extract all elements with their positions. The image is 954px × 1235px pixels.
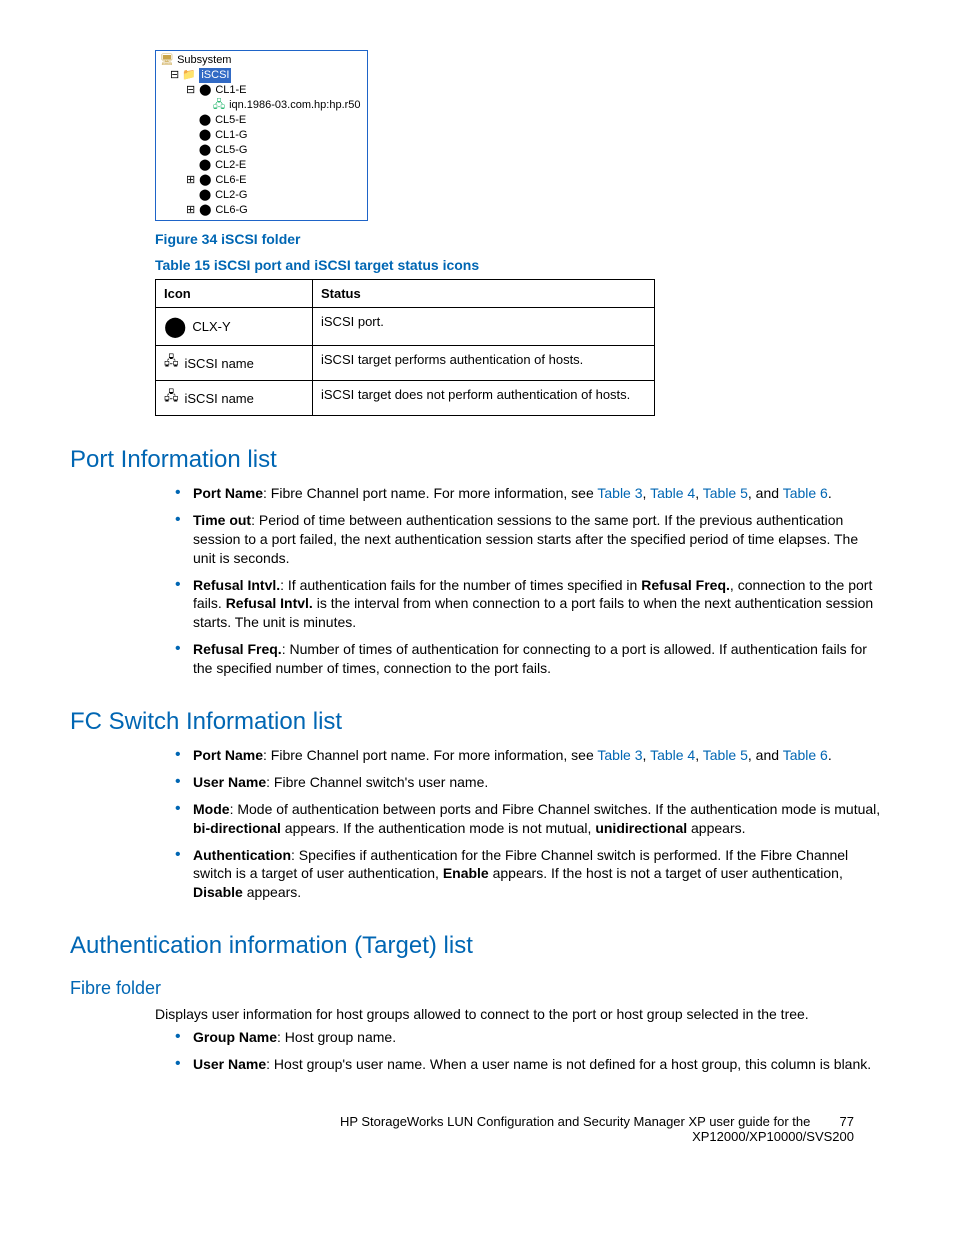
tree-view-screenshot: Subsystem ⊟ iSCSI ⊟ CL1-E iqn.1986-03.co… <box>155 50 368 221</box>
section-heading-fc-switch: FC Switch Information list <box>70 708 884 736</box>
list-item: Time out: Period of time between authent… <box>175 511 884 568</box>
tree-item: CL1-E <box>215 83 246 98</box>
item-label: Port Name <box>193 747 263 763</box>
document-page: Subsystem ⊟ iSCSI ⊟ CL1-E iqn.1986-03.co… <box>0 0 954 1184</box>
tree-root: Subsystem <box>177 53 231 68</box>
tree-item: CL5-G <box>215 143 247 158</box>
item-label: User Name <box>193 1056 266 1072</box>
icon-status-table: Icon Status ⬤ CLX-Y iSCSI port. 🖧 iSCSI … <box>155 279 655 416</box>
th-icon: Icon <box>156 280 313 308</box>
item-label: Time out <box>193 512 251 528</box>
item-label: Mode <box>193 801 230 817</box>
table-row: ⬤ CLX-Y iSCSI port. <box>156 308 655 346</box>
target-noauth-icon: 🖧 <box>164 387 179 409</box>
link-table4[interactable]: Table 4 <box>650 747 695 763</box>
tree-item: CL2-E <box>215 158 246 173</box>
item-label: User Name <box>193 774 266 790</box>
link-table3[interactable]: Table 3 <box>597 485 642 501</box>
status-cell: iSCSI port. <box>313 308 655 346</box>
status-cell: iSCSI target performs authentication of … <box>313 346 655 381</box>
list-item: Port Name: Fibre Channel port name. For … <box>175 746 884 765</box>
page-footer: HP StorageWorks LUN Configuration and Se… <box>70 1114 884 1144</box>
target-auth-icon: 🖧 <box>164 352 179 374</box>
link-table5[interactable]: Table 5 <box>703 485 748 501</box>
list-item: User Name: Host group's user name. When … <box>175 1055 884 1074</box>
figure-caption: Figure 34 iSCSI folder <box>155 231 884 247</box>
icon-label: iSCSI name <box>185 391 254 406</box>
list-item: User Name: Fibre Channel switch's user n… <box>175 773 884 792</box>
item-label: Port Name <box>193 485 263 501</box>
list-item: Mode: Mode of authentication between por… <box>175 800 884 838</box>
tree-item: CL5-E <box>215 113 246 128</box>
fc-switch-list: Port Name: Fibre Channel port name. For … <box>175 746 884 902</box>
port-info-list: Port Name: Fibre Channel port name. For … <box>175 484 884 678</box>
table-header-row: Icon Status <box>156 280 655 308</box>
subsection-heading-fibre-folder: Fibre folder <box>70 978 884 999</box>
link-table4[interactable]: Table 4 <box>650 485 695 501</box>
list-item: Refusal Intvl.: If authentication fails … <box>175 576 884 633</box>
icon-label: iSCSI name <box>185 356 254 371</box>
intro-text: Displays user information for host group… <box>155 1005 884 1024</box>
tree-item: CL6-G <box>215 203 247 218</box>
item-label: Authentication <box>193 847 291 863</box>
list-item: Authentication: Specifies if authenticat… <box>175 846 884 903</box>
icon-label: CLX-Y <box>192 319 230 334</box>
tree-item: CL1-G <box>215 128 247 143</box>
tree-item: iqn.1986-03.com.hp:hp.r50 <box>229 98 360 113</box>
list-item: Refusal Freq.: Number of times of authen… <box>175 640 884 678</box>
status-cell: iSCSI target does not perform authentica… <box>313 381 655 416</box>
item-label: Group Name <box>193 1029 277 1045</box>
link-table5[interactable]: Table 5 <box>703 747 748 763</box>
link-table6[interactable]: Table 6 <box>783 747 828 763</box>
link-table6[interactable]: Table 6 <box>783 485 828 501</box>
port-icon: ⬤ <box>164 314 186 339</box>
table-row: 🖧 iSCSI name iSCSI target does not perfo… <box>156 381 655 416</box>
list-item: Port Name: Fibre Channel port name. For … <box>175 484 884 503</box>
auth-target-list: Group Name: Host group name. User Name: … <box>175 1028 884 1074</box>
list-item: Group Name: Host group name. <box>175 1028 884 1047</box>
tree-item: CL6-E <box>215 173 246 188</box>
section-heading-port-info: Port Information list <box>70 446 884 474</box>
item-label: Refusal Intvl. <box>193 577 280 593</box>
footer-line2: XP12000/XP10000/SVS200 <box>692 1129 854 1144</box>
item-label: Refusal Freq. <box>193 641 282 657</box>
th-status: Status <box>313 280 655 308</box>
footer-line1: HP StorageWorks LUN Configuration and Se… <box>340 1114 810 1129</box>
section-heading-auth-target: Authentication information (Target) list <box>70 932 884 960</box>
table-row: 🖧 iSCSI name iSCSI target performs authe… <box>156 346 655 381</box>
link-table3[interactable]: Table 3 <box>597 747 642 763</box>
table-caption: Table 15 iSCSI port and iSCSI target sta… <box>155 257 884 273</box>
tree-item: CL2-G <box>215 188 247 203</box>
page-number: 77 <box>814 1114 854 1129</box>
tree-folder: iSCSI <box>199 68 231 83</box>
